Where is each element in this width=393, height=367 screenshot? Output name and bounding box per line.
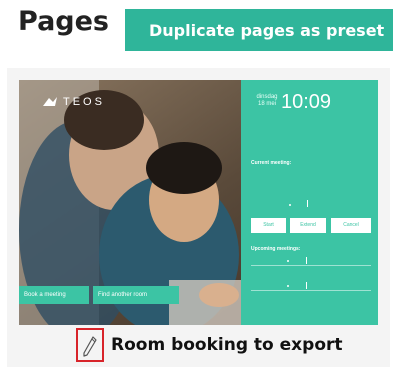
upcoming-tick xyxy=(306,257,307,264)
timeline-tick xyxy=(307,200,308,207)
date-display: dinsdag 18 mei xyxy=(256,94,278,108)
upcoming-dot xyxy=(287,285,289,287)
cancel-button: Cancel xyxy=(331,218,371,233)
teos-logo-mark-icon xyxy=(43,97,57,106)
date-month: 18 mei xyxy=(257,101,276,107)
duplicate-pages-button[interactable]: Duplicate pages as preset xyxy=(125,9,393,51)
teos-logo: TEOS xyxy=(41,96,105,108)
upcoming-tick xyxy=(306,282,307,289)
upcoming-divider xyxy=(251,265,371,266)
card-title: Room booking to export xyxy=(111,335,343,355)
upcoming-meetings-label: Upcoming meetings: xyxy=(251,246,301,252)
find-room-button: Find another room xyxy=(93,286,179,304)
timeline-dot xyxy=(289,204,291,206)
page-preview-thumbnail[interactable]: TEOS dinsdag 18 mei 10:09 Current meetin… xyxy=(19,80,378,325)
current-meeting-label: Current meeting: xyxy=(251,160,292,166)
date-day: dinsdag xyxy=(256,94,278,100)
pencil-glyph-icon xyxy=(83,335,97,357)
upcoming-dot xyxy=(287,260,289,262)
booking-panel xyxy=(241,80,378,325)
pencil-icon[interactable] xyxy=(76,328,104,362)
page-card[interactable]: TEOS dinsdag 18 mei 10:09 Current meetin… xyxy=(7,68,390,367)
extend-button: Extend xyxy=(290,218,326,233)
page-title: Pages xyxy=(18,6,109,37)
logo-text: TEOS xyxy=(63,96,105,108)
start-button: Start xyxy=(251,218,286,233)
book-meeting-button: Book a meeting xyxy=(19,286,89,304)
upcoming-divider xyxy=(251,290,371,291)
time-display: 10:09 xyxy=(281,91,332,113)
